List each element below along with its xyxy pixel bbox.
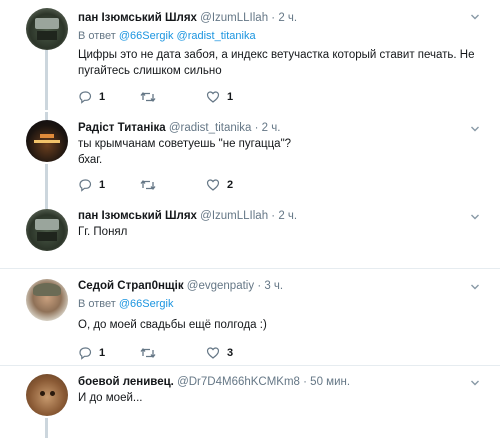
tweet-header: пан Ізюмський Шлях @IzumLLIlah · 2 ч. [78, 12, 297, 24]
reply-count: 1 [99, 91, 106, 103]
tweet-text: ты крымчанам советуешь "не пугацца"? бха… [78, 136, 478, 168]
user-handle[interactable]: @radist_titanika [169, 122, 252, 134]
heart-icon [206, 347, 220, 359]
tweet[interactable]: пан Ізюмський Шлях @IzumLLIlah · 2 ч. Гг… [0, 204, 500, 268]
chevron-down-icon[interactable] [470, 282, 480, 292]
reply-label: В ответ [78, 298, 116, 310]
tweet-header: боевой ленивец. @Dr7D4M66hKCMKm8 · 50 ми… [78, 376, 350, 388]
tweet-header: Радіст Титаніка @radist_titanika · 2 ч. [78, 122, 280, 134]
reply-icon [79, 347, 92, 360]
tweet-text-line: бхаг. [78, 154, 103, 166]
tweet-text-line: И до моей... [78, 392, 143, 404]
timestamp[interactable]: · 50 мин. [303, 376, 350, 388]
avatar[interactable] [26, 120, 68, 162]
user-handle[interactable]: @evgenpatiy [187, 280, 254, 292]
display-name[interactable]: пан Ізюмський Шлях [78, 210, 197, 222]
like-count: 3 [227, 347, 234, 359]
tweet-text-line: ты крымчанам советуешь "не пугацца"? [78, 138, 292, 150]
thread-line [45, 112, 48, 120]
avatar[interactable] [26, 374, 68, 416]
timestamp[interactable]: · 2 ч. [271, 12, 297, 24]
avatar[interactable] [26, 8, 68, 50]
tweet-text-line: Цифры это не дата забоя, а индекс ветуча… [78, 49, 475, 61]
timestamp[interactable]: · 2 ч. [255, 122, 281, 134]
tweet-text: И до моей... [78, 390, 478, 406]
reply-count: 1 [99, 179, 106, 191]
avatar[interactable] [26, 209, 68, 251]
tweet-text-line: О, до моей свадьбы ещё полгода :) [78, 319, 267, 331]
user-handle[interactable]: @IzumLLIlah [200, 12, 268, 24]
tweet-text: О, до моей свадьбы ещё полгода :) [78, 317, 478, 333]
avatar[interactable] [26, 279, 68, 321]
reply-count: 1 [99, 347, 106, 359]
like-button[interactable]: 1 [206, 90, 233, 104]
thread-line [45, 418, 48, 438]
heart-icon [206, 91, 220, 103]
thread-line [45, 164, 48, 204]
chevron-down-icon[interactable] [470, 12, 480, 22]
tweet[interactable]: пан Ізюмський Шлях @IzumLLIlah · 2 ч. В … [0, 0, 500, 112]
reply-context: В ответ @66Sergik [78, 298, 173, 310]
tweet-text: Гг. Понял [78, 224, 478, 240]
display-name[interactable]: Радіст Титаніка [78, 122, 166, 134]
chevron-down-icon[interactable] [470, 124, 480, 134]
mention-link[interactable]: @radist_titanika [177, 30, 256, 42]
user-handle[interactable]: @Dr7D4M66hKCMKm8 [177, 376, 300, 388]
retweet-button[interactable] [140, 90, 163, 104]
timestamp[interactable]: · 3 ч. [257, 280, 283, 292]
chevron-down-icon[interactable] [470, 378, 480, 388]
reply-button[interactable]: 1 [78, 178, 105, 192]
reply-button[interactable]: 1 [78, 346, 105, 360]
retweet-icon [140, 347, 156, 359]
like-button[interactable]: 3 [206, 346, 233, 360]
retweet-button[interactable] [140, 346, 163, 360]
like-button[interactable]: 2 [206, 178, 233, 192]
mention-link[interactable]: @66Sergik [119, 298, 174, 310]
reply-button[interactable]: 1 [78, 90, 105, 104]
display-name[interactable]: Седой Страп0нщік [78, 280, 184, 292]
like-count: 1 [227, 91, 234, 103]
timestamp[interactable]: · 2 ч. [271, 210, 297, 222]
display-name[interactable]: боевой ленивец. [78, 376, 174, 388]
tweet-text-line: пугайтесь слишком сильно [78, 65, 222, 77]
tweet[interactable]: Седой Страп0нщік @evgenpatiy · 3 ч. В от… [0, 269, 500, 364]
tweet[interactable]: боевой ленивец. @Dr7D4M66hKCMKm8 · 50 ми… [0, 366, 500, 438]
reply-icon [79, 179, 92, 192]
thread-line [45, 50, 48, 110]
mention-link[interactable]: @66Sergik [119, 30, 174, 42]
heart-icon [206, 179, 220, 191]
tweet[interactable]: Радіст Титаніка @radist_titanika · 2 ч. … [0, 112, 500, 204]
retweet-icon [140, 91, 156, 103]
tweet-text-line: Гг. Понял [78, 226, 128, 238]
tweet-header: пан Ізюмський Шлях @IzumLLIlah · 2 ч. [78, 210, 297, 222]
retweet-button[interactable] [140, 178, 163, 192]
chevron-down-icon[interactable] [470, 212, 480, 222]
tweet-header: Седой Страп0нщік @evgenpatiy · 3 ч. [78, 280, 283, 292]
reply-label: В ответ [78, 30, 116, 42]
retweet-icon [140, 179, 156, 191]
tweet-text: Цифры это не дата забоя, а индекс ветуча… [78, 47, 478, 79]
user-handle[interactable]: @IzumLLIlah [200, 210, 268, 222]
reply-context: В ответ @66Sergik @radist_titanika [78, 30, 256, 42]
reply-icon [79, 91, 92, 104]
display-name[interactable]: пан Ізюмський Шлях [78, 12, 197, 24]
like-count: 2 [227, 179, 234, 191]
